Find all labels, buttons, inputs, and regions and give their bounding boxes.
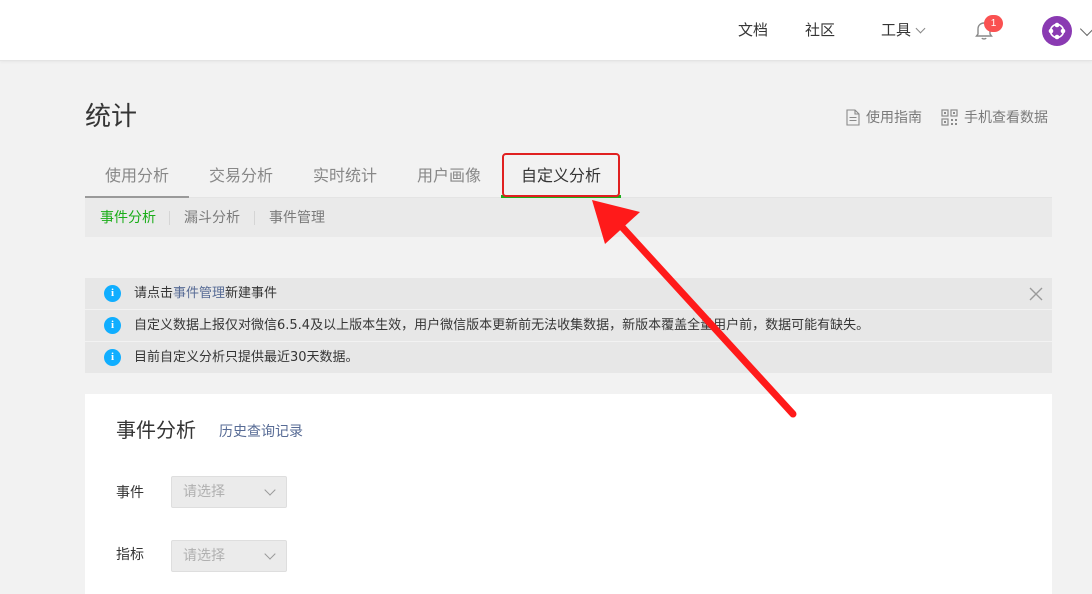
document-icon <box>846 109 860 126</box>
info-icon: i <box>104 285 121 302</box>
tab-user-portrait[interactable]: 用户画像 <box>405 156 493 196</box>
notice-version: i 自定义数据上报仅对微信6.5.4及以上版本生效，用户微信版本更新前无法收集数… <box>85 310 1052 341</box>
sub-tabs: 事件分析 漏斗分析 事件管理 <box>85 198 1052 237</box>
event-label: 事件 <box>116 485 144 501</box>
nav-community-link[interactable]: 社区 <box>805 20 835 40</box>
card-title: 事件分析 <box>116 418 196 442</box>
chevron-down-icon <box>264 548 276 560</box>
event-select[interactable]: 请选择 <box>171 476 287 508</box>
avatar-logo-icon <box>1048 22 1066 40</box>
info-icon: i <box>104 349 121 366</box>
event-management-link[interactable]: 事件管理 <box>173 286 225 301</box>
subtab-funnel-analysis[interactable]: 漏斗分析 <box>184 208 240 228</box>
annotation-highlight-box <box>502 153 620 197</box>
top-bar <box>0 0 1092 61</box>
notification-badge: 1 <box>984 15 1003 32</box>
subtab-event-analysis[interactable]: 事件分析 <box>100 208 156 228</box>
notice-text: 目前自定义分析只提供最近30天数据。 <box>134 350 359 365</box>
chevron-down-icon <box>264 484 276 496</box>
guide-link-label: 使用指南 <box>866 110 922 126</box>
close-icon[interactable] <box>1029 287 1043 301</box>
chevron-down-icon <box>915 23 926 34</box>
nav-docs-link[interactable]: 文档 <box>738 20 768 40</box>
nav-tools-label: 工具 <box>881 21 912 39</box>
mobile-data-link[interactable]: 手机查看数据 <box>941 108 1048 128</box>
guide-link[interactable]: 使用指南 <box>846 108 922 128</box>
nav-tools-menu[interactable]: 工具 <box>881 20 926 40</box>
notice-text: 请点击事件管理新建事件 <box>134 284 277 303</box>
metric-select-placeholder: 请选择 <box>183 548 225 564</box>
tab-realtime-stats[interactable]: 实时统计 <box>301 156 389 196</box>
notice-text-prefix: 请点击 <box>134 286 174 301</box>
notice-30-days: i 目前自定义分析只提供最近30天数据。 <box>85 342 1052 373</box>
mobile-data-link-label: 手机查看数据 <box>964 110 1048 126</box>
history-query-link[interactable]: 历史查询记录 <box>219 422 303 442</box>
metric-select[interactable]: 请选择 <box>171 540 287 572</box>
info-icon: i <box>104 317 121 334</box>
subtab-event-management[interactable]: 事件管理 <box>269 208 325 228</box>
notice-text-suffix: 新建事件 <box>225 286 278 301</box>
page-title: 统计 <box>85 102 138 132</box>
subtab-divider <box>169 211 170 225</box>
metric-label: 指标 <box>116 547 144 563</box>
tab-trade-analysis[interactable]: 交易分析 <box>197 156 285 196</box>
qrcode-icon <box>941 109 958 126</box>
notice-create-event: i 请点击事件管理新建事件 <box>85 278 1052 309</box>
notice-text: 自定义数据上报仅对微信6.5.4及以上版本生效，用户微信版本更新前无法收集数据，… <box>134 318 870 333</box>
avatar[interactable] <box>1042 16 1072 46</box>
tab-usage-analysis[interactable]: 使用分析 <box>85 156 189 198</box>
event-select-placeholder: 请选择 <box>183 484 225 500</box>
subtab-divider <box>254 211 255 225</box>
